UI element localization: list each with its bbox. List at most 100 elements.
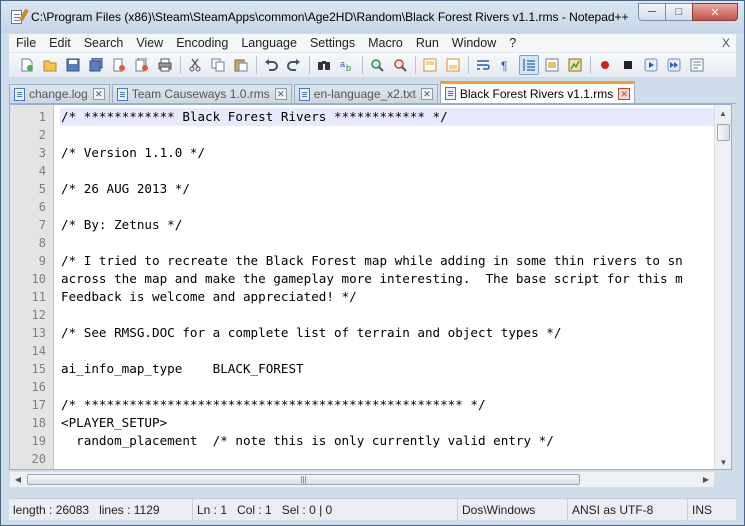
replace-button[interactable]: ab <box>337 55 357 75</box>
status-mode[interactable]: INS <box>688 499 736 521</box>
vertical-scrollbar[interactable]: ▲ ▼ <box>714 105 731 469</box>
tab-black-forest-rivers[interactable]: Black Forest Rivers v1.1.rms ✕ <box>439 81 636 103</box>
line-text[interactable]: /* *************************************… <box>60 396 719 414</box>
tab-en-language[interactable]: en-language_x2.txt ✕ <box>293 84 438 103</box>
svg-text:a: a <box>340 59 345 69</box>
code-line[interactable]: 14 <box>10 342 731 360</box>
print-button[interactable] <box>155 55 175 75</box>
tab-close-icon[interactable]: ✕ <box>618 87 631 100</box>
code-line[interactable]: 19 random_placement /* note this is only… <box>10 432 731 450</box>
code-line[interactable]: 5 /* 26 AUG 2013 */ <box>10 180 731 198</box>
tab-change-log[interactable]: change.log ✕ <box>9 84 110 103</box>
code-line[interactable]: 12 <box>10 306 731 324</box>
line-text[interactable]: /* I tried to recreate the Black Forest … <box>60 252 719 270</box>
redo-button[interactable] <box>284 55 304 75</box>
menu-language[interactable]: Language <box>234 36 303 50</box>
scroll-right-arrow-icon[interactable]: ▶ <box>698 472 714 487</box>
menu-file[interactable]: File <box>9 36 42 50</box>
document-map-button[interactable] <box>542 55 562 75</box>
menu-run[interactable]: Run <box>409 36 445 50</box>
close-document-button[interactable]: X <box>722 36 730 50</box>
show-all-chars-button[interactable]: ¶ <box>496 55 516 75</box>
scroll-left-arrow-icon[interactable]: ◀ <box>10 472 26 487</box>
code-line[interactable]: 11 Feedback is welcome and appreciated! *… <box>10 288 731 306</box>
maximize-button[interactable]: □ <box>665 3 693 21</box>
save-button[interactable] <box>63 55 83 75</box>
menu-encoding[interactable]: Encoding <box>169 36 234 50</box>
code-line[interactable]: 16 <box>10 378 731 396</box>
line-text[interactable]: /* Version 1.1.0 */ <box>60 144 719 162</box>
code-line[interactable]: 2 <box>10 126 731 144</box>
menu-window[interactable]: Window <box>445 36 502 50</box>
line-text[interactable]: /* 26 AUG 2013 */ <box>60 180 719 198</box>
find-button[interactable] <box>314 55 334 75</box>
menu-search[interactable]: Search <box>77 36 130 50</box>
undo-button[interactable] <box>261 55 281 75</box>
line-text[interactable]: /* *************************************… <box>60 468 719 469</box>
editor-area[interactable]: 1 /* ************ Black Forest Rivers ***… <box>9 104 732 470</box>
save-all-button[interactable] <box>86 55 106 75</box>
zoom-in-button[interactable] <box>367 55 387 75</box>
horizontal-scroll-thumb[interactable]: ||| <box>27 474 580 485</box>
menu-view[interactable]: View <box>129 36 169 50</box>
close-all-button[interactable] <box>132 55 152 75</box>
code-line[interactable]: 6 <box>10 198 731 216</box>
sync-horizontal-button[interactable] <box>443 55 463 75</box>
record-macro-button[interactable] <box>595 55 615 75</box>
code-line[interactable]: 9 /* I tried to recreate the Black Forest… <box>10 252 731 270</box>
line-text[interactable]: across the map and make the gameplay mor… <box>60 270 719 288</box>
code-line[interactable]: 15 ai_info_map_type BLACK_FOREST <box>10 360 731 378</box>
horizontal-scrollbar[interactable]: ◀ ||| ▶ <box>9 471 715 488</box>
title-bar[interactable]: C:\Program Files (x86)\Steam\SteamApps\c… <box>1 1 744 33</box>
code-line[interactable]: 20 <box>10 450 731 468</box>
line-text[interactable]: <PLAYER_SETUP> <box>60 414 719 432</box>
code-line[interactable]: 21 /* ***********************************… <box>10 468 731 469</box>
close-button[interactable]: ✕ <box>692 3 738 21</box>
code-line[interactable]: 8 <box>10 234 731 252</box>
code-line[interactable]: 4 <box>10 162 731 180</box>
close-file-button[interactable] <box>109 55 129 75</box>
status-encoding[interactable]: ANSI as UTF-8 <box>568 498 688 521</box>
status-eol[interactable]: Dos\Windows <box>458 498 568 521</box>
code-line[interactable]: 17 /* ***********************************… <box>10 396 731 414</box>
tab-team-causeways[interactable]: Team Causeways 1.0.rms ✕ <box>111 84 292 103</box>
menu-macro[interactable]: Macro <box>361 36 409 50</box>
zoom-out-button[interactable] <box>390 55 410 75</box>
line-text[interactable]: /* By: Zetnus */ <box>60 216 719 234</box>
sync-vertical-button[interactable] <box>420 55 440 75</box>
play-macro-button[interactable] <box>641 55 661 75</box>
new-file-button[interactable] <box>17 55 37 75</box>
code-line[interactable]: 7 /* By: Zetnus */ <box>10 216 731 234</box>
vertical-scroll-thumb[interactable] <box>717 124 730 141</box>
line-text[interactable]: random_placement /* note this is only cu… <box>60 432 719 450</box>
code-line[interactable]: 13 /* See RMSG.DOC for a complete list of… <box>10 324 731 342</box>
code-line[interactable]: 10 across the map and make the gameplay m… <box>10 270 731 288</box>
scroll-up-arrow-icon[interactable]: ▲ <box>715 105 731 122</box>
menu-edit[interactable]: Edit <box>42 36 77 50</box>
stop-macro-button[interactable] <box>618 55 638 75</box>
indent-guide-button[interactable] <box>519 55 539 75</box>
menu-help[interactable]: ? <box>502 36 522 50</box>
save-macro-button[interactable] <box>687 55 707 75</box>
word-wrap-button[interactable] <box>473 55 493 75</box>
open-file-button[interactable] <box>40 55 60 75</box>
notepadpp-app-icon[interactable] <box>9 8 29 25</box>
menu-settings[interactable]: Settings <box>303 36 361 50</box>
line-text[interactable]: ai_info_map_type BLACK_FOREST <box>60 360 719 378</box>
scroll-down-arrow-icon[interactable]: ▼ <box>715 454 731 469</box>
tab-close-icon[interactable]: ✕ <box>420 88 433 100</box>
minimize-button[interactable]: ─ <box>638 3 666 21</box>
tab-close-icon[interactable]: ✕ <box>274 88 287 100</box>
function-list-button[interactable] <box>565 55 585 75</box>
code-line[interactable]: 18 <PLAYER_SETUP> <box>10 414 731 432</box>
line-text[interactable]: /* ************ Black Forest Rivers ****… <box>60 108 719 126</box>
paste-button[interactable] <box>231 55 251 75</box>
line-text[interactable]: Feedback is welcome and appreciated! */ <box>60 288 719 306</box>
run-macro-multiple-button[interactable] <box>664 55 684 75</box>
code-line[interactable]: 3 /* Version 1.1.0 */ <box>10 144 731 162</box>
line-text[interactable]: /* See RMSG.DOC for a complete list of t… <box>60 324 719 342</box>
code-line[interactable]: 1 /* ************ Black Forest Rivers ***… <box>10 108 731 126</box>
cut-button[interactable] <box>185 55 205 75</box>
copy-button[interactable] <box>208 55 228 75</box>
tab-close-icon[interactable]: ✕ <box>92 88 105 100</box>
